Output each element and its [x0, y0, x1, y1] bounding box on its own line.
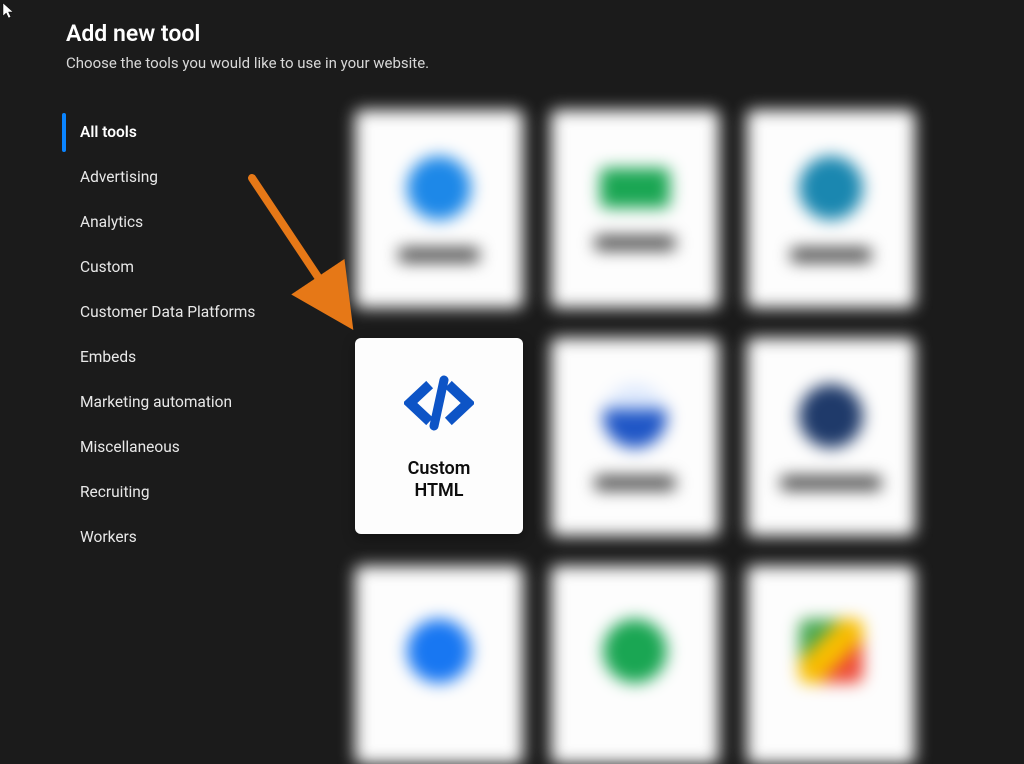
tool-card-blurred[interactable]: [355, 110, 523, 308]
tool-label-blurred: [791, 248, 871, 262]
page-header: Add new tool Choose the tools you would …: [0, 0, 1024, 82]
code-slash-icon: [404, 374, 474, 432]
sidebar-item-label: Embeds: [80, 348, 136, 366]
page-title: Add new tool: [66, 20, 1024, 48]
sidebar-item-label: Recruiting: [80, 483, 150, 501]
sidebar-item-label: Marketing automation: [80, 393, 232, 411]
sidebar-item-miscellaneous[interactable]: Miscellaneous: [66, 425, 305, 470]
tool-grid: Custom HTML: [355, 110, 994, 764]
tool-icon: [603, 384, 667, 448]
tool-icon: [603, 619, 667, 683]
sidebar-item-analytics[interactable]: Analytics: [66, 200, 305, 245]
sidebar-item-all-tools[interactable]: All tools: [66, 110, 305, 155]
sidebar-item-custom[interactable]: Custom: [66, 245, 305, 290]
tool-label: Custom HTML: [408, 458, 471, 503]
tool-card-blurred[interactable]: [355, 566, 523, 764]
tool-card-blurred[interactable]: [747, 566, 915, 764]
tool-label-blurred: [595, 236, 675, 250]
tool-label-blurred: [595, 476, 675, 490]
sidebar-item-label: Custom: [80, 258, 134, 276]
tool-icon: [799, 156, 863, 220]
tool-icon: [799, 619, 863, 683]
sidebar-item-workers[interactable]: Workers: [66, 515, 305, 560]
sidebar-item-embeds[interactable]: Embeds: [66, 335, 305, 380]
tool-card-blurred[interactable]: [747, 110, 915, 308]
sidebar-item-advertising[interactable]: Advertising: [66, 155, 305, 200]
tool-card-blurred[interactable]: [551, 566, 719, 764]
tool-icon: [407, 619, 471, 683]
sidebar-item-label: Workers: [80, 528, 137, 546]
tool-label-blurred: [781, 476, 881, 490]
tool-card-blurred[interactable]: [551, 338, 719, 536]
tool-icon: [799, 384, 863, 448]
tool-icon: [600, 168, 670, 208]
sidebar-item-recruiting[interactable]: Recruiting: [66, 470, 305, 515]
sidebar-item-label: Miscellaneous: [80, 438, 180, 456]
sidebar-item-label: All tools: [80, 123, 137, 141]
tool-card-custom-html[interactable]: Custom HTML: [355, 338, 523, 534]
category-sidebar: All tools Advertising Analytics Custom C…: [0, 110, 305, 764]
sidebar-item-label: Customer Data Platforms: [80, 303, 255, 321]
sidebar-item-label: Advertising: [80, 168, 158, 186]
tool-icon: [407, 156, 471, 220]
page-subtitle: Choose the tools you would like to use i…: [66, 54, 1024, 72]
sidebar-item-customer-data-platforms[interactable]: Customer Data Platforms: [66, 290, 305, 335]
tool-card-blurred[interactable]: [747, 338, 915, 536]
sidebar-item-marketing-automation[interactable]: Marketing automation: [66, 380, 305, 425]
tool-label-blurred: [399, 248, 479, 262]
tool-card-blurred[interactable]: [551, 110, 719, 308]
sidebar-item-label: Analytics: [80, 213, 143, 231]
